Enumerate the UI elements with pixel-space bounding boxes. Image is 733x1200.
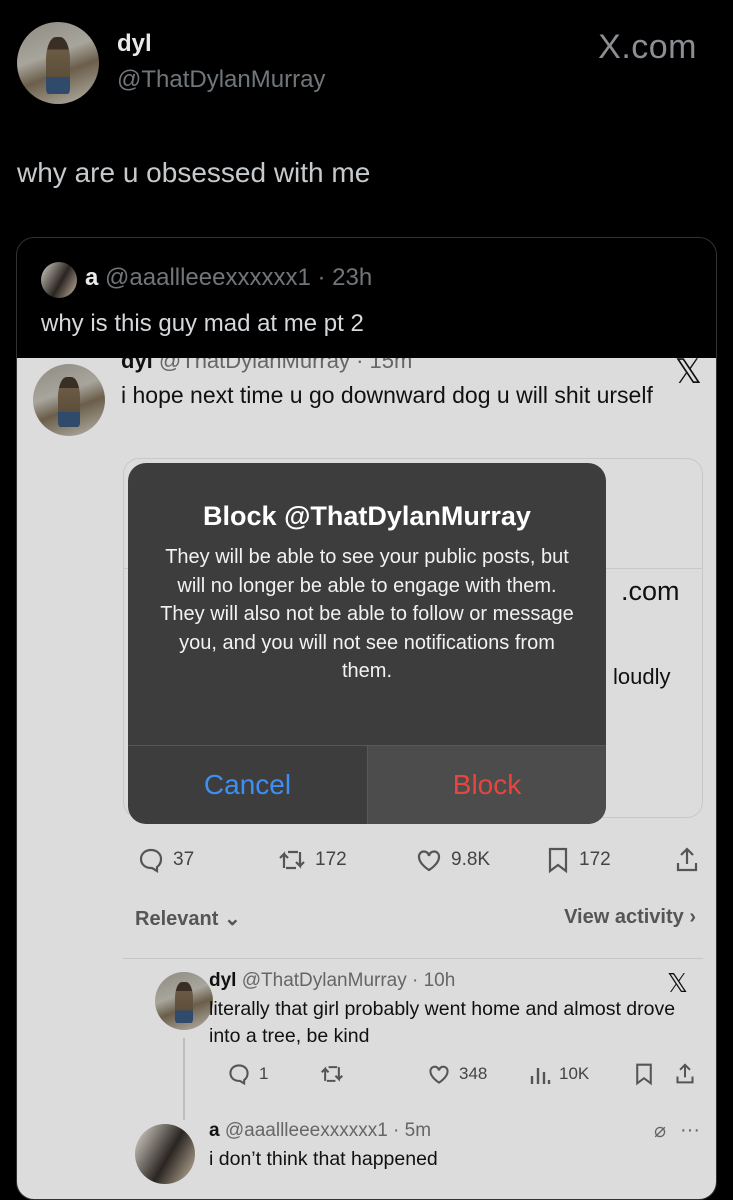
- reply2-avatar: [135, 1124, 195, 1184]
- embed-text-fragment: loudly: [613, 664, 671, 689]
- reply2-header: a @aaallleeexxxxxx1 · 5m: [209, 1120, 431, 1142]
- reply1-header: dyl @ThatDylanMurray · 10h: [209, 970, 455, 992]
- sort-replies-dropdown[interactable]: Relevant ⌄: [135, 906, 241, 931]
- reply1-handle-time: @ThatDylanMurray · 10h: [241, 970, 456, 991]
- quoted-name: a: [85, 264, 99, 291]
- reply1-action-bar: 1 348 10K: [209, 1062, 699, 1088]
- reply-icon: [139, 848, 163, 873]
- post-text: why are u obsessed with me: [17, 157, 371, 188]
- quoted-header: a @aaallleeexxxxxx1 · 23h: [85, 264, 372, 292]
- block-dialog: Block @ThatDylanMurray They will be able…: [128, 463, 606, 824]
- share-action[interactable]: [675, 846, 707, 874]
- reply2-text: i don’t think that happened: [209, 1148, 438, 1170]
- shot-tweet-text: i hope next time u go downward dog u wil…: [121, 382, 653, 408]
- reply-action[interactable]: 37: [137, 846, 194, 874]
- quoted-avatar[interactable]: [41, 262, 77, 298]
- share-icon: [676, 1063, 694, 1084]
- x-watermark: X.com: [598, 28, 697, 66]
- shot-handle-time: @ThatDylanMurray · 15m: [158, 358, 413, 373]
- author-name[interactable]: dyl: [117, 30, 152, 58]
- grok-icon[interactable]: ⌀: [654, 1118, 666, 1143]
- quoted-post[interactable]: a @aaallleeexxxxxx1 · 23h why is this gu…: [16, 237, 717, 1200]
- author-handle[interactable]: @ThatDylanMurray: [117, 66, 325, 94]
- reply2-name: a: [209, 1120, 220, 1141]
- thread-line: [183, 1038, 185, 1120]
- dialog-message: They will be able to see your public pos…: [160, 546, 574, 682]
- reply1-reply-action[interactable]: 1: [227, 1062, 268, 1086]
- embed-domain-fragment: .com: [621, 576, 680, 606]
- shot-tweet-header: dyl @ThatDylanMurray · 15m: [121, 358, 412, 374]
- views-icon: [530, 1068, 551, 1084]
- attached-screenshot[interactable]: dyl @ThatDylanMurray · 15m 𝕏 i hope next…: [17, 358, 716, 1199]
- chevron-down-icon: ⌄: [223, 908, 241, 930]
- reply1-text: literally that girl probably went home a…: [209, 998, 676, 1047]
- quoted-handle-time: @aaallleeexxxxxx1 · 23h: [105, 264, 373, 291]
- reply2-icons: ⌀ ···: [654, 1118, 700, 1143]
- chevron-right-icon: ›: [689, 906, 696, 928]
- repost-icon: [279, 850, 305, 870]
- repost-action[interactable]: 172: [277, 846, 347, 874]
- reply1-repost-action[interactable]: [319, 1062, 353, 1086]
- reply1-name: dyl: [209, 970, 237, 991]
- replies-divider: [123, 958, 703, 959]
- reply1-avatar: [155, 972, 213, 1030]
- dialog-title: Block @ThatDylanMurray: [203, 501, 531, 531]
- shot-avatar: [33, 364, 105, 436]
- bookmark-icon: [636, 1063, 652, 1086]
- heart-icon: [429, 1065, 449, 1084]
- tweet-action-bar: 37 172 9.8K 172: [137, 846, 698, 876]
- reply-count: 37: [173, 849, 195, 870]
- x-logo-icon: 𝕏: [667, 968, 688, 998]
- view-activity-label: View activity: [564, 906, 684, 928]
- shot-name: dyl: [121, 358, 153, 373]
- author-avatar[interactable]: [17, 22, 99, 104]
- reply-icon: [229, 1064, 249, 1086]
- cancel-button[interactable]: Cancel: [128, 746, 367, 824]
- reply1-like-action[interactable]: 348: [427, 1062, 487, 1086]
- reply1-reply-count: 1: [259, 1064, 269, 1083]
- more-icon[interactable]: ···: [680, 1119, 700, 1142]
- bookmark-action[interactable]: 172: [545, 846, 611, 874]
- heart-icon: [417, 850, 441, 872]
- reply1-like-count: 348: [459, 1064, 488, 1083]
- bookmark-count: 172: [579, 849, 611, 870]
- sort-label: Relevant: [135, 908, 219, 930]
- share-icon: [676, 847, 698, 872]
- repost-count: 172: [315, 849, 347, 870]
- reply1-bookmark-action[interactable]: [633, 1062, 663, 1086]
- like-count: 9.8K: [451, 849, 491, 870]
- reply1-views-action[interactable]: 10K: [529, 1062, 589, 1086]
- block-button[interactable]: Block: [368, 746, 606, 824]
- repost-icon: [320, 1066, 344, 1082]
- bookmark-icon: [548, 847, 568, 874]
- reply1-share-action[interactable]: [675, 1062, 703, 1086]
- reply1-view-count: 10K: [559, 1064, 590, 1083]
- quoted-text: why is this guy mad at me pt 2: [41, 310, 364, 337]
- like-action[interactable]: 9.8K: [415, 846, 490, 874]
- view-activity-link[interactable]: View activity ›: [564, 906, 696, 929]
- reply2-handle-time: @aaallleeexxxxxx1 · 5m: [224, 1120, 432, 1141]
